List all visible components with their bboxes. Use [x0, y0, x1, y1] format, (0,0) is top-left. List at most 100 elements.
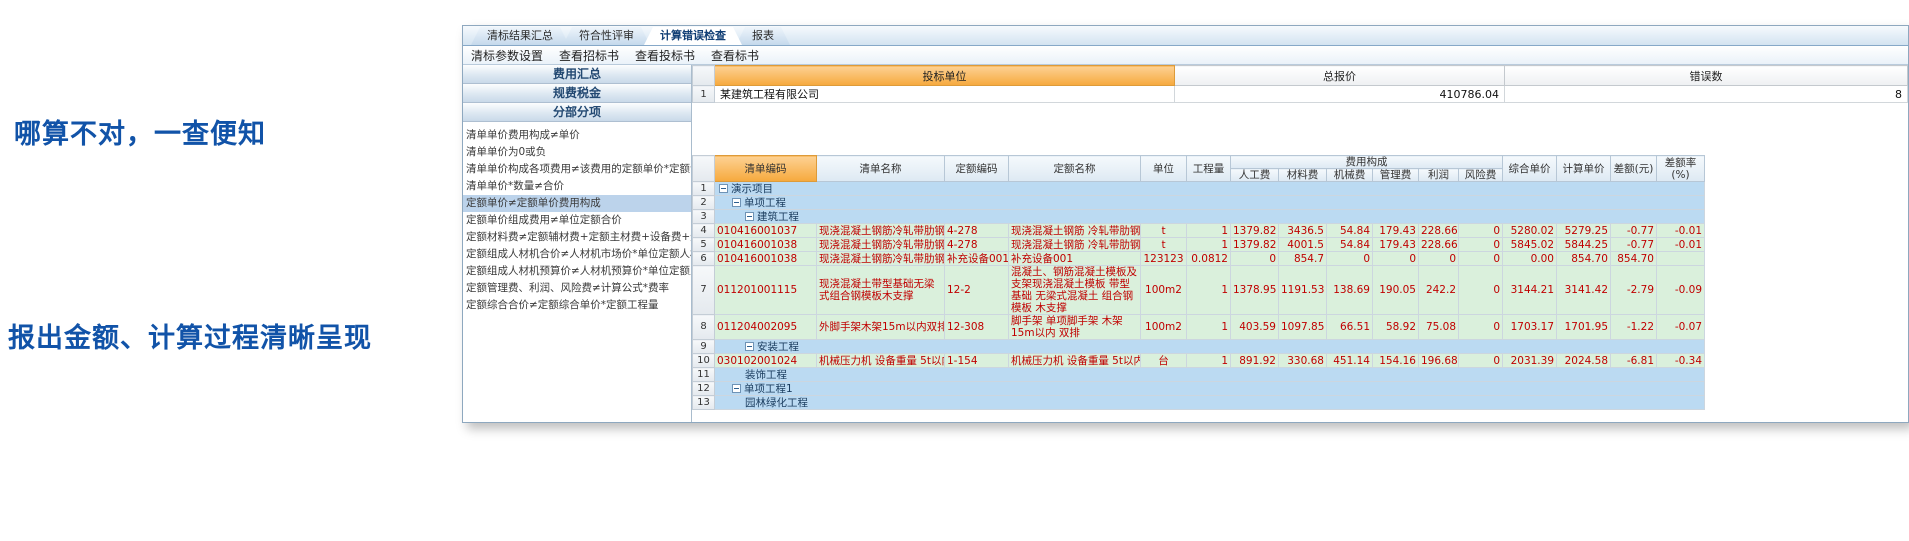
cell-labor-fee[interactable]: 403.59: [1231, 315, 1279, 340]
toolbar-link-4[interactable]: 查看标书: [711, 47, 759, 64]
cell-quota-name[interactable]: 补充设备001: [1009, 252, 1141, 266]
cell-material-fee[interactable]: 854.7: [1279, 252, 1327, 266]
col-header-diff[interactable]: 差额(元): [1611, 156, 1657, 182]
cell-list-name[interactable]: 现浇混凝土带型基础无梁式组合钢模板木支撑: [817, 266, 945, 315]
cell-list-name[interactable]: 外脚手架木架15m以内双排: [817, 315, 945, 340]
bidder-total-cell[interactable]: 410786.04: [1175, 86, 1505, 103]
toolbar-link-1[interactable]: 清标参数设置: [471, 47, 543, 64]
cell-risk-fee[interactable]: 0: [1459, 224, 1503, 238]
cell-quantity[interactable]: 1: [1187, 354, 1231, 368]
col-header-calc-price[interactable]: 计算单价: [1557, 156, 1611, 182]
cell-diff[interactable]: -1.22: [1611, 315, 1657, 340]
sidebar-button-1[interactable]: 费用汇总: [463, 65, 691, 84]
cell-machine-fee[interactable]: 451.14: [1327, 354, 1373, 368]
check-item-10[interactable]: 定额管理费、利润、风险费≠计算公式*费率: [463, 280, 691, 297]
cell-labor-fee[interactable]: 0: [1231, 252, 1279, 266]
cell-risk-fee[interactable]: 0: [1459, 252, 1503, 266]
tree-cell[interactable]: 演示项目: [715, 182, 1705, 196]
toolbar-link-3[interactable]: 查看投标书: [635, 47, 695, 64]
grid-row[interactable]: 8011204002095外脚手架木架15m以内双排12-308脚手架 单项脚手…: [693, 315, 1705, 340]
cell-calc-price[interactable]: 2024.58: [1557, 354, 1611, 368]
cell-profit[interactable]: 228.66: [1419, 224, 1459, 238]
grid-row[interactable]: 10030102001024机械压力机 设备重量 5t以内1-154机械压力机 …: [693, 354, 1705, 368]
cell-diff-rate[interactable]: -0.07: [1657, 315, 1705, 340]
tree-row[interactable]: 13园林绿化工程: [693, 396, 1705, 410]
tree-row[interactable]: 1演示项目: [693, 182, 1705, 196]
tree-cell[interactable]: 单项工程1: [715, 382, 1705, 396]
collapse-icon[interactable]: [732, 198, 741, 207]
tree-row[interactable]: 12单项工程1: [693, 382, 1705, 396]
cell-unit[interactable]: t: [1141, 224, 1187, 238]
collapse-icon[interactable]: [745, 212, 754, 221]
sidebar-button-2[interactable]: 规费税金: [463, 84, 691, 103]
sidebar-button-3[interactable]: 分部分项: [463, 103, 691, 122]
cell-diff[interactable]: -2.79: [1611, 266, 1657, 315]
cell-machine-fee[interactable]: 66.51: [1327, 315, 1373, 340]
col-header-quota-code[interactable]: 定额编码: [945, 156, 1009, 182]
check-item-9[interactable]: 定额组成人材机预算价≠人材机预算价*单位定额人材机含量: [463, 263, 691, 280]
collapse-icon[interactable]: [745, 342, 754, 351]
cell-diff-rate[interactable]: -0.01: [1657, 224, 1705, 238]
cell-labor-fee[interactable]: 1379.82: [1231, 238, 1279, 252]
cell-diff[interactable]: -6.81: [1611, 354, 1657, 368]
cell-list-name[interactable]: 现浇混凝土钢筋冷轧带肋钢筋Φ5: [817, 238, 945, 252]
cell-quota-name[interactable]: 现浇混凝土钢筋 冷轧带肋钢筋 Φ5: [1009, 238, 1141, 252]
cell-profit[interactable]: 75.08: [1419, 315, 1459, 340]
tab-3[interactable]: 计算错误检查: [644, 27, 742, 45]
tree-cell[interactable]: 园林绿化工程: [715, 396, 1705, 410]
col-header-labor[interactable]: 人工费: [1231, 169, 1279, 182]
cell-risk-fee[interactable]: 0: [1459, 238, 1503, 252]
bidder-col-header-errors[interactable]: 错误数: [1505, 66, 1908, 86]
cell-diff-rate[interactable]: [1657, 252, 1705, 266]
bidder-col-header-total[interactable]: 总报价: [1175, 66, 1505, 86]
cell-risk-fee[interactable]: 0: [1459, 315, 1503, 340]
check-item-3[interactable]: 清单单价构成各项费用≠该费用的定额单价*定额含量: [463, 161, 691, 178]
cell-unit[interactable]: 台: [1141, 354, 1187, 368]
cell-quantity[interactable]: 1: [1187, 238, 1231, 252]
col-header-manage[interactable]: 管理费: [1373, 169, 1419, 182]
cell-diff-rate[interactable]: -0.34: [1657, 354, 1705, 368]
cell-labor-fee[interactable]: 1378.95: [1231, 266, 1279, 315]
grid-row[interactable]: 6010416001038现浇混凝土钢筋冷轧带肋钢筋Φ5补充设备001补充设备0…: [693, 252, 1705, 266]
collapse-icon[interactable]: [719, 184, 728, 193]
cell-diff-rate[interactable]: -0.01: [1657, 238, 1705, 252]
cell-calc-price[interactable]: 5844.25: [1557, 238, 1611, 252]
col-header-profit[interactable]: 利润: [1419, 169, 1459, 182]
cell-material-fee[interactable]: 330.68: [1279, 354, 1327, 368]
cell-calc-price[interactable]: 5279.25: [1557, 224, 1611, 238]
cell-quota-code[interactable]: 12-308: [945, 315, 1009, 340]
col-header-unit[interactable]: 单位: [1141, 156, 1187, 182]
col-header-list-name[interactable]: 清单名称: [817, 156, 945, 182]
cell-risk-fee[interactable]: 0: [1459, 266, 1503, 315]
cell-quota-code[interactable]: 4-278: [945, 224, 1009, 238]
cell-manage-fee[interactable]: 179.43: [1373, 238, 1419, 252]
cell-list-code[interactable]: 030102001024: [715, 354, 817, 368]
grid-row[interactable]: 7011201001115现浇混凝土带型基础无梁式组合钢模板木支撑12-2混凝土…: [693, 266, 1705, 315]
cell-list-code[interactable]: 010416001038: [715, 238, 817, 252]
tree-cell[interactable]: 安装工程: [715, 340, 1705, 354]
bidder-errors-cell[interactable]: 8: [1505, 86, 1908, 103]
tab-4[interactable]: 报表: [736, 27, 790, 45]
cell-unit[interactable]: 100m2: [1141, 266, 1187, 315]
check-item-8[interactable]: 定额组成人材机合价≠人材机市场价*单位定额人材机含量: [463, 246, 691, 263]
cell-diff[interactable]: -0.77: [1611, 224, 1657, 238]
cell-list-code[interactable]: 010416001038: [715, 252, 817, 266]
cell-machine-fee[interactable]: 0: [1327, 252, 1373, 266]
cell-labor-fee[interactable]: 1379.82: [1231, 224, 1279, 238]
col-header-quantity[interactable]: 工程量: [1187, 156, 1231, 182]
cell-unit[interactable]: 123123: [1141, 252, 1187, 266]
cell-quota-name[interactable]: 现浇混凝土钢筋 冷轧带肋钢筋 Φ5: [1009, 224, 1141, 238]
tree-row[interactable]: 9安装工程: [693, 340, 1705, 354]
cell-quota-code[interactable]: 1-154: [945, 354, 1009, 368]
cell-composite-price[interactable]: 0.00: [1503, 252, 1557, 266]
cell-diff-rate[interactable]: -0.09: [1657, 266, 1705, 315]
cell-machine-fee[interactable]: 138.69: [1327, 266, 1373, 315]
cell-manage-fee[interactable]: 154.16: [1373, 354, 1419, 368]
col-header-risk[interactable]: 风险费: [1459, 169, 1503, 182]
cell-unit[interactable]: 100m2: [1141, 315, 1187, 340]
cell-diff[interactable]: 854.70: [1611, 252, 1657, 266]
tree-row[interactable]: 3建筑工程: [693, 210, 1705, 224]
col-header-composite-price[interactable]: 综合单价: [1503, 156, 1557, 182]
col-header-cost-group[interactable]: 费用构成: [1231, 156, 1503, 169]
cell-manage-fee[interactable]: 0: [1373, 252, 1419, 266]
